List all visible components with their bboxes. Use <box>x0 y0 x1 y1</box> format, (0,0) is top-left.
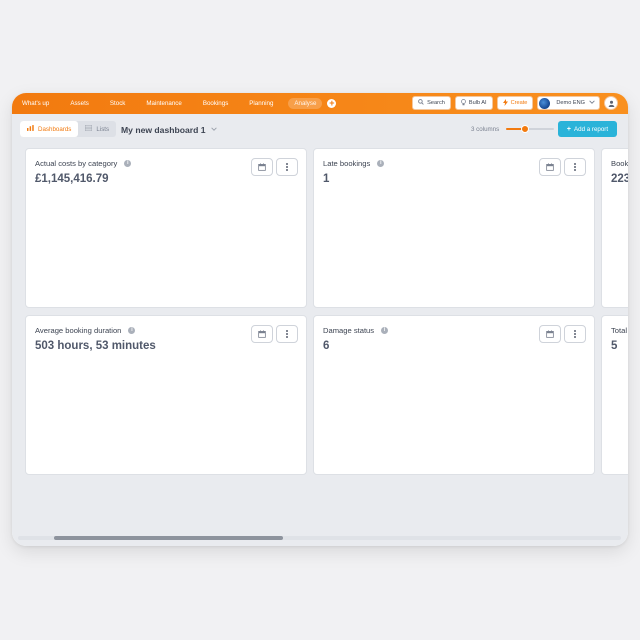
chevron-down-icon <box>589 100 595 106</box>
view-switcher: Dashboards Lists <box>20 121 117 137</box>
calendar-icon <box>546 163 554 171</box>
plus-icon: + <box>566 125 572 133</box>
tab-dashboards[interactable]: Dashboards <box>20 121 79 137</box>
search-icon <box>418 99 424 107</box>
card-value: £1,145,416.79 <box>35 173 109 185</box>
nav-item-maintenance[interactable]: Maintenance <box>146 98 181 109</box>
user-profile-button[interactable] <box>604 96 618 110</box>
card-actions <box>536 158 586 176</box>
app-window: What's up Assets Stock Maintenance Booki… <box>12 93 628 546</box>
card-value: 6 <box>323 340 330 352</box>
lightning-icon <box>502 98 508 108</box>
card-title: Total <box>611 326 627 335</box>
dashboard-title: My new dashboard 1 <box>121 125 206 135</box>
calendar-button[interactable] <box>251 158 273 176</box>
nav-item-planning[interactable]: Planning <box>249 98 273 109</box>
card-actions <box>248 158 298 176</box>
dashboard-toolbar: Dashboards Lists My new dashboard 1 3 co… <box>12 114 628 146</box>
tab-lists-label: Lists <box>96 125 110 133</box>
create-label: Create <box>510 100 528 106</box>
add-report-button[interactable]: + Add a report <box>558 121 617 137</box>
report-card-actual-costs: Actual costs by category i £1,145,416.79 <box>25 148 307 308</box>
card-title-text: Booki <box>611 159 628 168</box>
card-actions <box>248 325 298 343</box>
horizontal-scrollbar[interactable] <box>18 536 621 540</box>
chevron-down-icon <box>210 127 217 133</box>
card-title: Booki <box>611 159 628 168</box>
kebab-menu-icon <box>574 162 576 172</box>
info-icon[interactable]: i <box>124 160 132 167</box>
card-title-text: Actual costs by category <box>35 159 118 168</box>
create-button[interactable]: Create <box>496 96 534 110</box>
info-icon[interactable]: i <box>381 327 389 334</box>
add-report-label: Add a report <box>574 125 609 133</box>
list-icon <box>85 124 93 133</box>
report-card-late-bookings: Late bookings i 1 <box>313 148 595 308</box>
card-title-text: Average booking duration <box>35 326 122 335</box>
dashboard-title-dropdown[interactable]: My new dashboard 1 <box>121 125 217 135</box>
card-title: Average booking duration i <box>35 326 136 335</box>
card-title: Damage status i <box>323 326 389 335</box>
report-card-total-partial: Total 5 <box>601 315 628 475</box>
kebab-menu-icon <box>286 329 288 339</box>
bar-chart-icon <box>27 125 34 133</box>
search-button[interactable]: Search <box>412 96 451 110</box>
top-nav-bar: What's up Assets Stock Maintenance Booki… <box>12 93 628 114</box>
nav-item-whats-up[interactable]: What's up <box>22 98 49 109</box>
dashboard-grid: Actual costs by category i £1,145,416.79… <box>12 146 628 546</box>
lightbulb-icon <box>460 98 466 108</box>
card-title-text: Late bookings <box>323 159 371 168</box>
info-icon[interactable]: i <box>128 327 136 334</box>
tab-dashboards-label: Dashboards <box>38 125 72 133</box>
card-value: 223 <box>611 173 628 185</box>
calendar-button[interactable] <box>251 325 273 343</box>
calendar-button[interactable] <box>539 158 561 176</box>
top-right-actions: Search Bulb AI Create Demo ENG <box>408 96 618 110</box>
columns-slider[interactable] <box>506 122 554 136</box>
columns-label: 3 columns <box>471 126 500 133</box>
more-options-button[interactable] <box>564 158 586 176</box>
slider-thumb[interactable] <box>521 125 530 133</box>
report-card-damage-status: Damage status i 6 <box>313 315 595 475</box>
card-value: 5 <box>611 340 618 352</box>
card-title: Late bookings i <box>323 159 385 168</box>
bulb-ai-label: Bulb AI <box>468 100 487 106</box>
search-label: Search <box>427 100 445 106</box>
more-options-button[interactable] <box>564 325 586 343</box>
calendar-button[interactable] <box>539 325 561 343</box>
card-title: Actual costs by category i <box>35 159 132 168</box>
info-icon[interactable]: i <box>377 160 385 167</box>
bulb-ai-button[interactable]: Bulb AI <box>454 96 493 110</box>
tab-lists[interactable]: Lists <box>78 121 116 137</box>
report-card-bookings-partial: Booki 223 <box>601 148 628 308</box>
user-icon <box>608 100 614 107</box>
card-value: 1 <box>323 173 330 185</box>
nav-item-bookings[interactable]: Bookings <box>203 98 228 109</box>
main-nav: What's up Assets Stock Maintenance Booki… <box>22 98 337 109</box>
more-options-button[interactable] <box>276 158 298 176</box>
account-selector[interactable]: Demo ENG <box>537 96 600 110</box>
card-value: 503 hours, 53 minutes <box>35 340 156 352</box>
card-title-text: Damage status <box>323 326 375 335</box>
calendar-icon <box>258 330 266 338</box>
nav-item-analyse[interactable]: Analyse <box>288 98 323 109</box>
kebab-menu-icon <box>574 329 576 339</box>
calendar-icon <box>546 330 554 338</box>
calendar-icon <box>258 163 266 171</box>
add-nav-icon[interactable]: + <box>327 99 337 108</box>
nav-item-stock[interactable]: Stock <box>110 98 125 109</box>
account-name: Demo ENG <box>556 100 585 106</box>
globe-icon <box>539 97 551 109</box>
report-card-average-booking-duration: Average booking duration i 503 hours, 53… <box>25 315 307 475</box>
kebab-menu-icon <box>286 162 288 172</box>
more-options-button[interactable] <box>276 325 298 343</box>
card-title-text: Total <box>611 326 628 335</box>
nav-item-assets[interactable]: Assets <box>70 98 89 109</box>
scrollbar-thumb[interactable] <box>54 536 284 540</box>
card-actions <box>536 325 586 343</box>
